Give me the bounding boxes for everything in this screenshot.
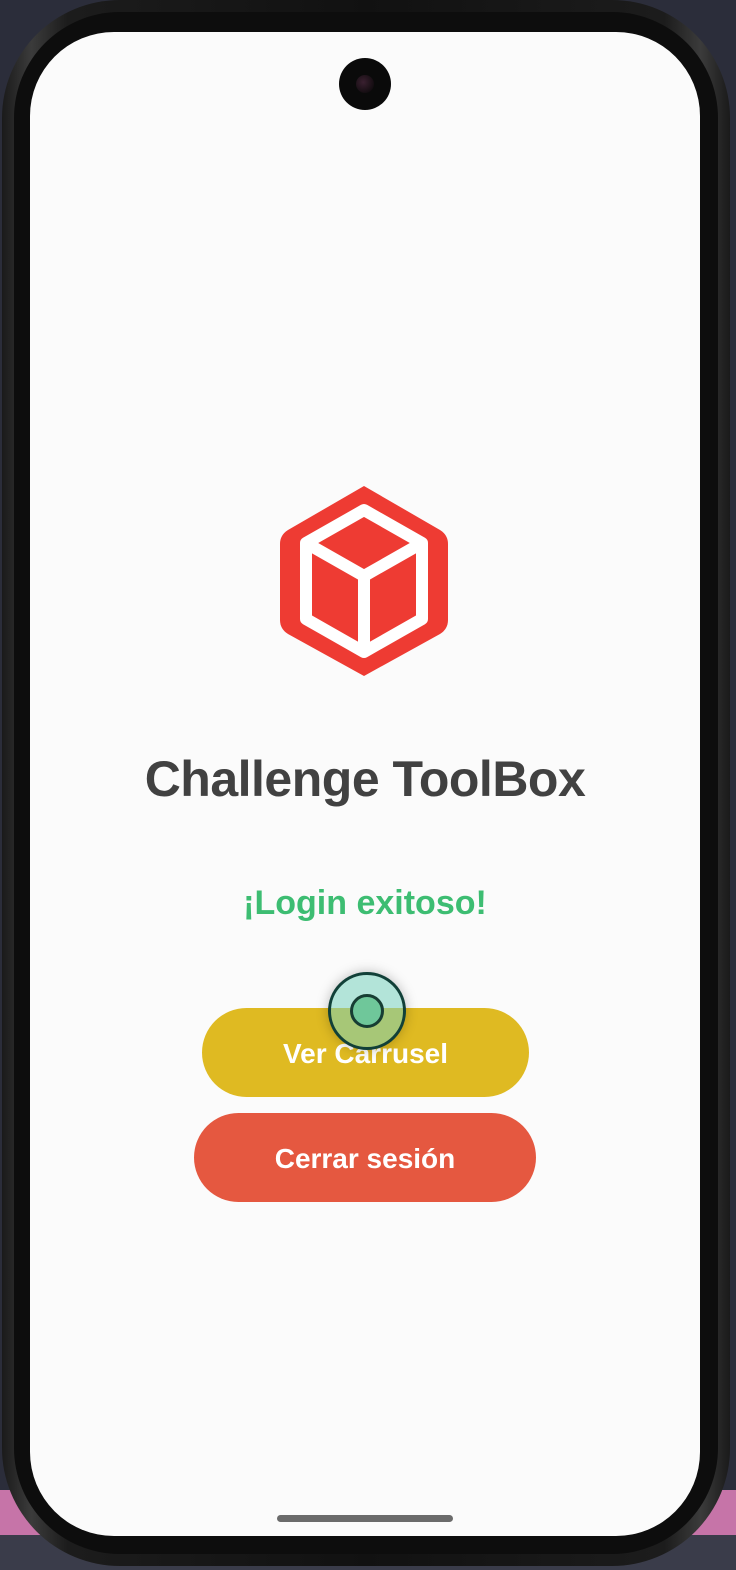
logout-button[interactable]: Cerrar sesión — [194, 1113, 536, 1202]
app-screen: Challenge ToolBox ¡Login exitoso! Ver Ca… — [30, 32, 700, 1536]
cube-icon — [280, 486, 448, 676]
login-status-message: ¡Login exitoso! — [243, 884, 487, 922]
touch-indicator — [328, 972, 406, 1050]
app-title: Challenge ToolBox — [144, 751, 586, 807]
home-gesture-bar[interactable] — [277, 1515, 453, 1522]
front-camera — [339, 58, 391, 110]
phone-frame: Challenge ToolBox ¡Login exitoso! Ver Ca… — [2, 0, 730, 1566]
